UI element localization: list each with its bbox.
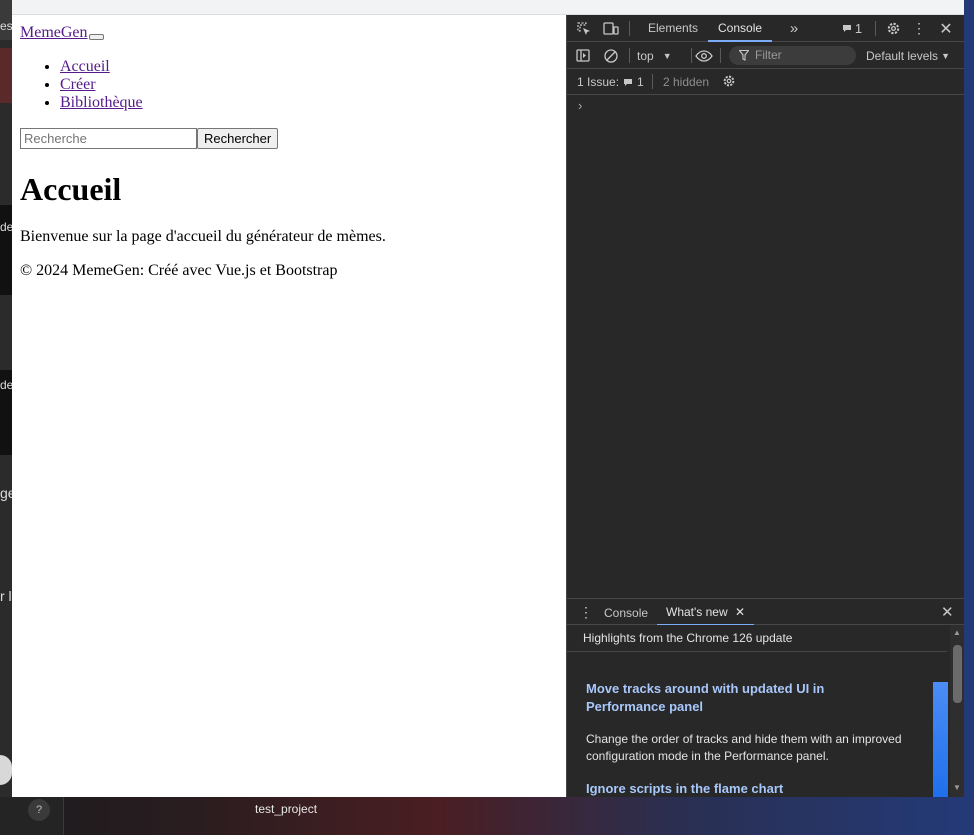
nav-link-bibliotheque[interactable]: Bibliothèque bbox=[60, 94, 143, 111]
tab-console[interactable]: Console bbox=[708, 15, 773, 42]
live-expression-eye-icon[interactable] bbox=[692, 42, 716, 69]
whats-new-header: Highlights from the Chrome 126 update bbox=[567, 625, 947, 652]
whats-new-item-body: Change the order of tracks and hide them… bbox=[586, 732, 902, 763]
context-selector-label: top bbox=[637, 48, 654, 63]
background-text-fragment: es bbox=[0, 19, 12, 33]
toolbar-divider bbox=[875, 21, 876, 36]
toolbar-divider bbox=[652, 74, 653, 89]
clear-console-icon[interactable] bbox=[601, 42, 621, 69]
more-tabs-icon[interactable]: » bbox=[784, 15, 804, 42]
browser-window: MemeGen Accueil Créer Bibliothèque Reche… bbox=[12, 0, 964, 797]
drawer-tab-bar: ⋮ Console What's new ✕ ✕ bbox=[567, 598, 964, 626]
page-title: Accueil bbox=[20, 171, 122, 207]
drawer-menu-icon[interactable]: ⋮ bbox=[579, 604, 593, 621]
whats-new-panel: Highlights from the Chrome 126 update Mo… bbox=[567, 625, 964, 797]
chevron-down-icon: ▼ bbox=[941, 50, 950, 61]
background-text-fragment: de bbox=[0, 378, 12, 392]
nav-link-accueil[interactable]: Accueil bbox=[60, 58, 110, 75]
background-text-fragment: r l bbox=[0, 588, 12, 604]
background-text-fragment: de bbox=[0, 220, 12, 234]
search-button[interactable]: Rechercher bbox=[197, 128, 279, 149]
navbar-toggler-button[interactable] bbox=[89, 34, 104, 40]
background-window-strip: es de de ge r l bbox=[0, 0, 12, 800]
drawer-tab-whats-new[interactable]: What's new ✕ bbox=[657, 599, 755, 626]
hidden-count: 2 hidden bbox=[663, 75, 710, 89]
issues-badge-count: 1 bbox=[854, 21, 863, 36]
search-input[interactable] bbox=[20, 128, 197, 149]
devtools-tab-bar: Elements Console » 1 ⋮ ✕ bbox=[567, 15, 964, 42]
whats-new-item-title[interactable]: Ignore scripts in the flame chart bbox=[586, 780, 886, 797]
sidebar-toggle-icon[interactable] bbox=[573, 42, 593, 69]
issues-count-link[interactable]: 1 bbox=[623, 75, 644, 89]
welcome-text: Bienvenue sur la page d'accueil du génér… bbox=[20, 228, 386, 245]
tab-elements[interactable]: Elements bbox=[648, 15, 698, 42]
nav-item-bibliotheque: Bibliothèque bbox=[60, 94, 143, 112]
kebab-menu-icon[interactable]: ⋮ bbox=[911, 15, 927, 42]
inspect-element-icon[interactable] bbox=[573, 15, 595, 42]
filter-funnel-icon bbox=[739, 50, 749, 61]
help-button[interactable]: ? bbox=[28, 799, 50, 821]
settings-gear-icon[interactable] bbox=[883, 15, 903, 42]
toolbar-divider bbox=[629, 48, 630, 63]
page-viewport: MemeGen Accueil Créer Bibliothèque Reche… bbox=[12, 15, 566, 797]
nav-item-accueil: Accueil bbox=[60, 58, 143, 76]
console-prompt-chevron: › bbox=[578, 98, 583, 113]
issues-count: 1 bbox=[637, 75, 644, 89]
console-output[interactable]: › bbox=[567, 95, 964, 598]
drawer-scrollbar[interactable]: ▲ ▼ bbox=[950, 625, 964, 797]
scroll-down-arrow-icon[interactable]: ▼ bbox=[953, 783, 961, 792]
close-tab-icon[interactable]: ✕ bbox=[735, 605, 745, 619]
issues-bar: 1 Issue: 1 2 hidden bbox=[567, 69, 964, 95]
message-icon bbox=[624, 78, 632, 86]
chevron-down-icon: ▼ bbox=[662, 50, 672, 61]
console-settings-gear-icon[interactable] bbox=[722, 74, 736, 91]
whats-new-item-title[interactable]: Move tracks around with updated UI in Pe… bbox=[586, 680, 886, 716]
window-title-bar bbox=[12, 0, 964, 15]
toolbar-divider bbox=[629, 21, 630, 36]
drawer-tab-console[interactable]: Console bbox=[604, 606, 648, 620]
console-filter-bar: top ▼ Filter Default levels ▼ bbox=[567, 42, 964, 69]
filter-placeholder: Filter bbox=[755, 48, 782, 62]
devtools-panel: Elements Console » 1 ⋮ ✕ top ▼ Filter De… bbox=[566, 15, 964, 797]
nav-link-creer[interactable]: Créer bbox=[60, 76, 96, 93]
issues-label[interactable]: 1 Issue: bbox=[577, 75, 619, 89]
background-text-fragment: ge bbox=[0, 485, 12, 501]
search-form: Recherche r bbox=[20, 128, 279, 149]
toolbar-divider bbox=[720, 48, 721, 63]
whats-new-thumbnail bbox=[933, 682, 948, 797]
nav-item-creer: Créer bbox=[60, 76, 143, 94]
close-devtools-icon[interactable]: ✕ bbox=[937, 15, 955, 42]
main-nav: Accueil Créer Bibliothèque bbox=[60, 58, 143, 112]
log-levels-label: Default levels bbox=[866, 48, 939, 63]
scrollbar-thumb[interactable] bbox=[953, 645, 962, 703]
scroll-up-arrow-icon[interactable]: ▲ bbox=[953, 628, 961, 637]
device-toolbar-icon[interactable] bbox=[600, 15, 622, 42]
brand-link[interactable]: MemeGen bbox=[20, 24, 88, 42]
issues-badge[interactable]: 1 bbox=[839, 15, 865, 42]
console-filter-input[interactable]: Filter bbox=[729, 46, 856, 65]
footer-text: © 2024 MemeGen: Créé avec Vue.js et Boot… bbox=[20, 262, 338, 279]
drawer-tab-whats-new-label: What's new bbox=[666, 605, 728, 619]
context-selector[interactable]: top ▼ bbox=[637, 42, 687, 69]
close-drawer-icon[interactable]: ✕ bbox=[941, 603, 954, 621]
log-levels-dropdown[interactable]: Default levels ▼ bbox=[863, 42, 953, 69]
taskbar-project-label[interactable]: test_project bbox=[255, 802, 317, 816]
